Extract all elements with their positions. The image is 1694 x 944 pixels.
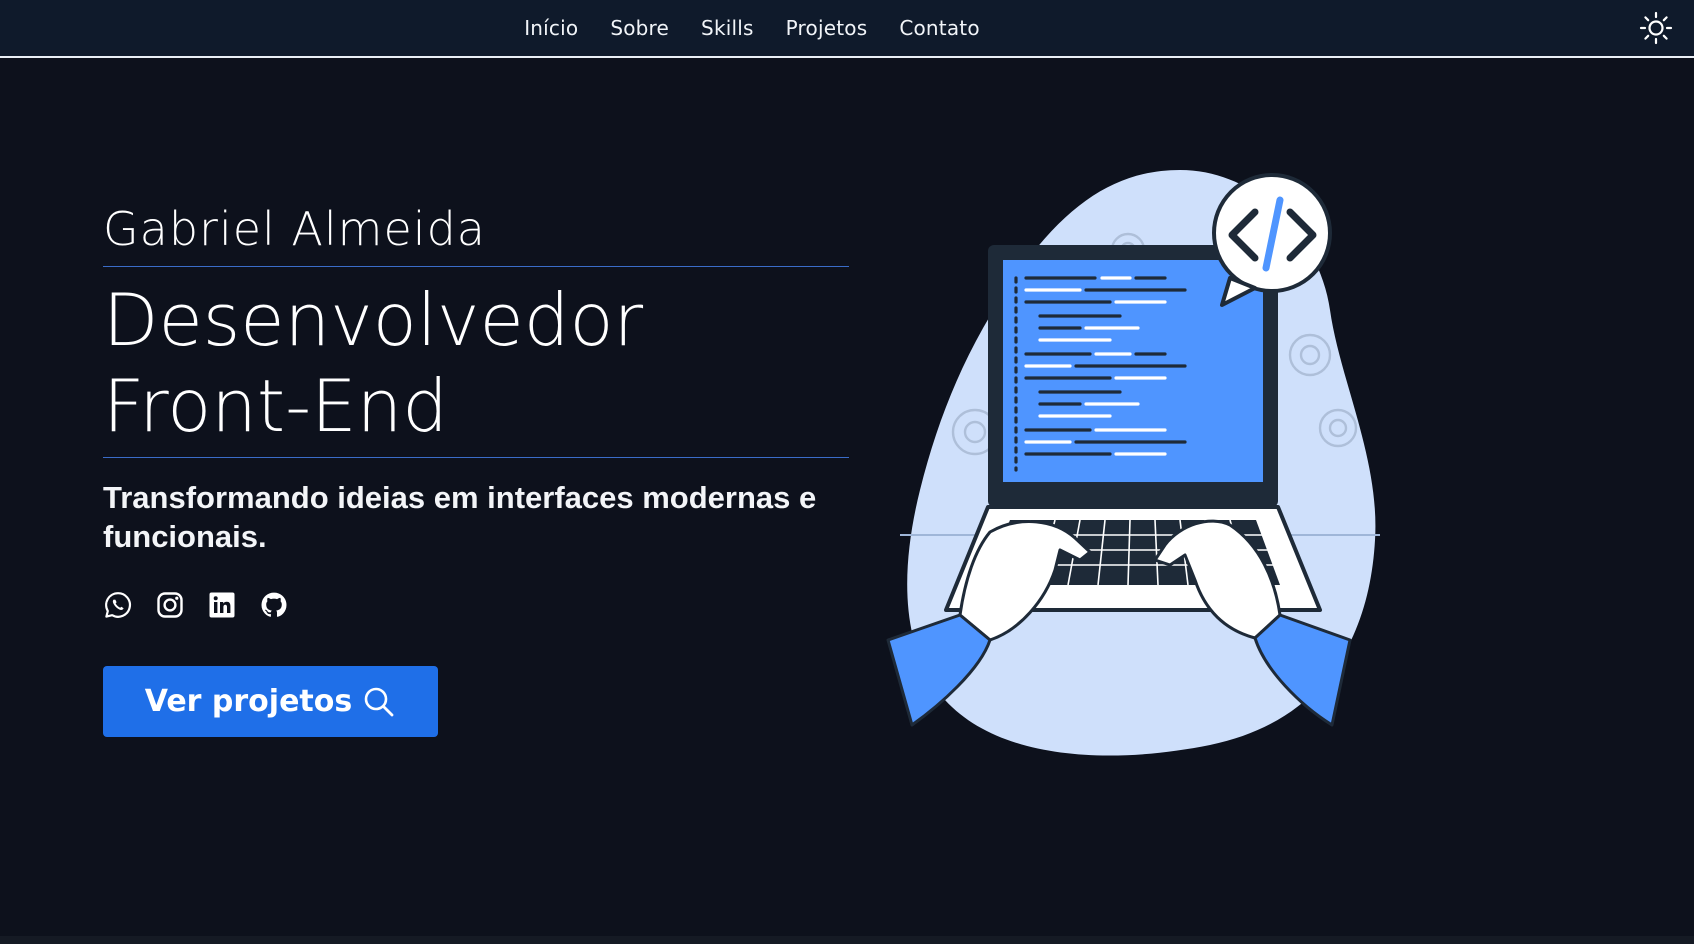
nav-link-contato[interactable]: Contato [899,16,979,40]
sun-icon [1639,11,1673,45]
hero-title-line-2: Front-End [103,364,448,448]
nav-link-projetos[interactable]: Projetos [786,16,868,40]
hero-title-line-1: Desenvolvedor [103,278,644,362]
nav-link-inicio[interactable]: Início [524,16,578,40]
footer-strip [0,936,1694,944]
view-projects-button[interactable]: Ver projetos [103,666,438,737]
hero-subtitle: Transformando ideias em interfaces moder… [103,480,817,554]
nav-link-skills[interactable]: Skills [701,16,754,40]
social-links [103,590,849,620]
navbar: Início Sobre Skills Projetos Contato [0,0,1694,58]
view-projects-label: Ver projetos [144,684,353,719]
nav-links: Início Sobre Skills Projetos Contato [0,0,1694,56]
theme-toggle-button[interactable] [1638,10,1674,46]
linkedin-icon[interactable] [207,590,237,620]
nav-link-sobre[interactable]: Sobre [610,16,669,40]
github-icon[interactable] [259,590,289,620]
hero-section: Gabriel Almeida Desenvolvedor Front-End … [103,198,849,737]
hero-illustration [880,160,1400,800]
search-icon [364,687,394,716]
hero-title: Desenvolvedor Front-End [103,277,849,458]
whatsapp-icon[interactable] [103,590,133,620]
hero-name: Gabriel Almeida [103,198,849,267]
instagram-icon[interactable] [155,590,185,620]
developer-laptop-illustration [886,170,1380,756]
page: Início Sobre Skills Projetos Contato Gab… [0,0,1694,944]
